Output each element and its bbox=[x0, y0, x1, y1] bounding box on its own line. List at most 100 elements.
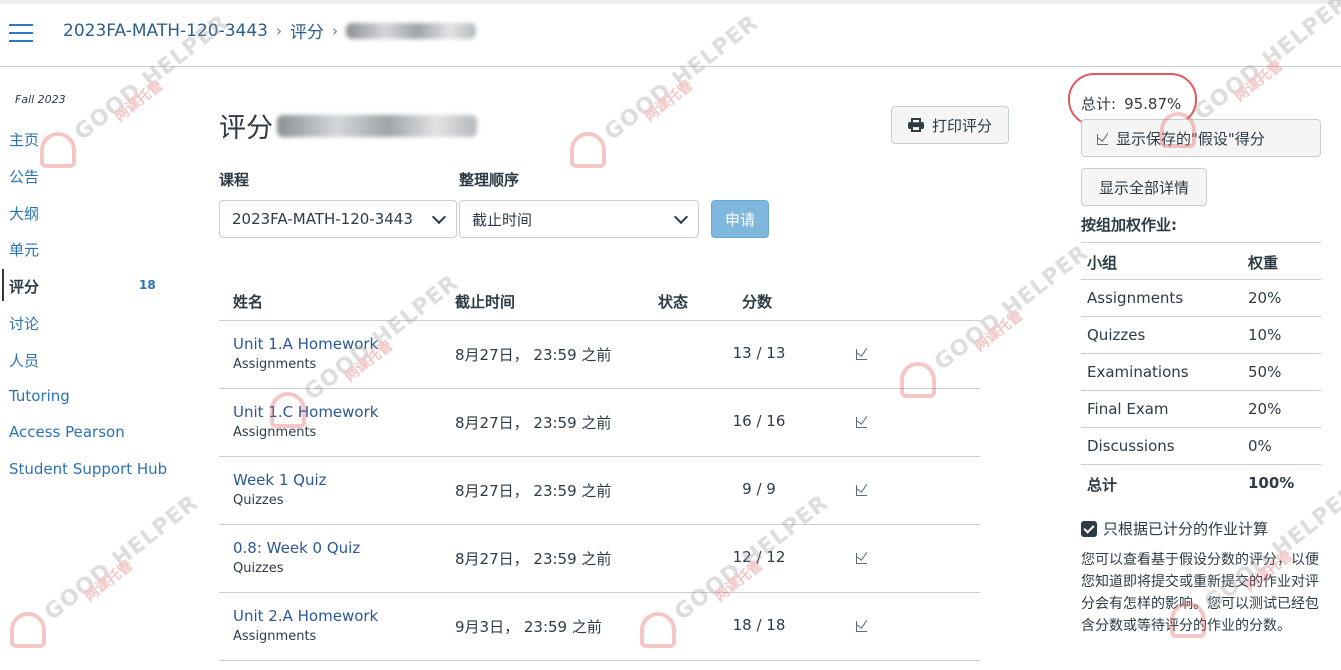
page-title-text: 评分 bbox=[219, 113, 273, 144]
what-if-score-icon[interactable] bbox=[855, 414, 869, 428]
grades-badge: 18 bbox=[139, 278, 156, 292]
show-all-details-button[interactable]: 显示全部详情 bbox=[1081, 168, 1207, 206]
weight-total-label: 总计 bbox=[1087, 476, 1118, 494]
breadcrumb-course[interactable]: 2023FA-MATH-120-3443 bbox=[63, 21, 268, 41]
what-if-score-icon[interactable] bbox=[855, 550, 869, 564]
score: 16 / 16 bbox=[732, 412, 786, 430]
weight-group: Assignments bbox=[1087, 289, 1184, 307]
weight-total-value: 100% bbox=[1248, 474, 1295, 492]
course-select[interactable]: 2023FA-MATH-120-3443 bbox=[219, 200, 457, 238]
weighted-groups-title: 按组加权作业: bbox=[1081, 216, 1177, 234]
weight-group: Discussions bbox=[1087, 437, 1175, 455]
header: 2023FA-MATH-120-3443 › 评分 › bbox=[0, 4, 1341, 67]
print-grades-button[interactable]: 打印评分 bbox=[891, 106, 1009, 144]
blurred-student-name bbox=[346, 22, 476, 39]
weight-group: Final Exam bbox=[1087, 400, 1169, 418]
column-header-status: 状态 bbox=[658, 293, 689, 311]
weights-header-weight: 权重 bbox=[1248, 254, 1279, 272]
assignment-link[interactable]: Unit 2.A Homework bbox=[233, 607, 378, 625]
breadcrumb-separator: › bbox=[276, 21, 282, 40]
what-if-score-icon[interactable] bbox=[855, 346, 869, 360]
apply-button[interactable]: 申请 bbox=[711, 200, 769, 238]
weights-row: Assignments 20% bbox=[1081, 280, 1321, 317]
graded-only-label: 只根据已计分的作业计算 bbox=[1103, 520, 1269, 538]
column-header-score: 分数 bbox=[742, 293, 773, 311]
assignment-link[interactable]: Unit 1.A Homework bbox=[233, 335, 378, 353]
term-label: Fall 2023 bbox=[15, 93, 66, 106]
graded-only-option: 只根据已计分的作业计算 bbox=[1081, 518, 1268, 539]
watermark: GOOD HELPER 网课托管 bbox=[570, 10, 763, 200]
nav-item-people[interactable]: 人员 bbox=[9, 350, 39, 371]
course-select-value: 2023FA-MATH-120-3443 bbox=[232, 210, 413, 228]
weight-value: 20% bbox=[1248, 400, 1282, 418]
nav-item-student-support-hub[interactable]: Student Support Hub bbox=[9, 460, 167, 478]
breadcrumb-grades[interactable]: 评分 bbox=[290, 18, 324, 43]
show-what-if-label: 显示保存的"假设"得分 bbox=[1116, 129, 1265, 148]
weights-row: Quizzes 10% bbox=[1081, 317, 1321, 354]
column-header-name: 姓名 bbox=[233, 293, 264, 311]
assignment-link[interactable]: Unit 1.C Homework bbox=[233, 403, 378, 421]
breadcrumb-separator: › bbox=[332, 21, 338, 40]
graded-only-checkbox[interactable] bbox=[1081, 520, 1097, 537]
nav-item-tutoring[interactable]: Tutoring bbox=[9, 387, 70, 405]
weight-value: 50% bbox=[1248, 363, 1282, 381]
score: 12 / 12 bbox=[732, 548, 786, 566]
assignment-group: Quizzes bbox=[233, 561, 284, 576]
nav-item-home[interactable]: 主页 bbox=[9, 129, 39, 150]
score: 13 / 13 bbox=[732, 344, 786, 362]
show-what-if-scores-button[interactable]: 显示保存的"假设"得分 bbox=[1081, 119, 1321, 157]
sort-select-value: 截止时间 bbox=[472, 210, 533, 229]
chevron-down-icon bbox=[431, 209, 447, 225]
weight-value: 10% bbox=[1248, 326, 1282, 344]
assignment-link[interactable]: Week 1 Quiz bbox=[233, 471, 327, 489]
weight-value: 0% bbox=[1248, 437, 1272, 455]
table-row: 0.8: Week 0 Quiz Quizzes 8月27日， 23:59 之前… bbox=[219, 525, 980, 593]
chevron-down-icon bbox=[673, 209, 689, 225]
table-row: Unit 2.A Homework Assignments 9月3日， 23:5… bbox=[219, 593, 980, 661]
assignment-group: Assignments bbox=[233, 425, 317, 440]
nav-item-modules[interactable]: 单元 bbox=[9, 239, 39, 260]
weights-total-row: 总计 100% bbox=[1081, 465, 1321, 502]
assignment-group: Assignments bbox=[233, 629, 317, 644]
assignment-link[interactable]: 0.8: Week 0 Quiz bbox=[233, 539, 360, 557]
what-if-icon bbox=[1096, 131, 1110, 145]
nav-item-grades[interactable]: 评分 bbox=[9, 276, 39, 297]
due-date: 8月27日， 23:59 之前 bbox=[455, 550, 612, 568]
sort-order-select[interactable]: 截止时间 bbox=[459, 200, 699, 238]
nav-active-indicator bbox=[2, 269, 4, 301]
nav-item-access-pearson[interactable]: Access Pearson bbox=[9, 423, 125, 441]
what-if-hint-text: 您可以查看基于假设分数的评分，以便您知道即将提交或重新提交的作业对评分会有怎样的… bbox=[1081, 552, 1319, 634]
weight-group: Examinations bbox=[1087, 363, 1189, 381]
blurred-student-name bbox=[277, 114, 477, 137]
nav-item-syllabus[interactable]: 大纲 bbox=[9, 203, 39, 224]
table-row: Unit 1.C Homework Assignments 8月27日， 23:… bbox=[219, 389, 980, 457]
assignment-group: Quizzes bbox=[233, 493, 284, 508]
weights-header-row: 小组 权重 bbox=[1081, 243, 1321, 280]
due-date: 8月27日， 23:59 之前 bbox=[455, 482, 612, 500]
page-title: 评分 bbox=[219, 106, 477, 145]
course-navigation: Fall 2023 主页 公告 大纲 单元 评分 18 讨论 人员 Tutori… bbox=[0, 67, 190, 670]
weight-group: Quizzes bbox=[1087, 326, 1146, 344]
due-date: 9月3日， 23:59 之前 bbox=[455, 618, 602, 636]
nav-item-discussions[interactable]: 讨论 bbox=[9, 313, 39, 334]
assignment-group: Assignments bbox=[233, 357, 317, 372]
course-label: 课程 bbox=[219, 171, 250, 189]
weights-header-group: 小组 bbox=[1087, 254, 1118, 272]
hamburger-menu-icon[interactable] bbox=[9, 24, 33, 42]
weights-row: Examinations 50% bbox=[1081, 354, 1321, 391]
what-if-score-icon[interactable] bbox=[855, 618, 869, 632]
due-date: 8月27日， 23:59 之前 bbox=[455, 414, 612, 432]
table-row: Week 1 Quiz Quizzes 8月27日， 23:59 之前 9 / … bbox=[219, 457, 980, 525]
printer-icon bbox=[907, 118, 924, 132]
weights-row: Discussions 0% bbox=[1081, 428, 1321, 465]
what-if-score-icon[interactable] bbox=[855, 482, 869, 496]
nav-item-announcements[interactable]: 公告 bbox=[9, 166, 39, 187]
sort-label: 整理顺序 bbox=[459, 171, 520, 189]
weights-row: Final Exam 20% bbox=[1081, 391, 1321, 428]
print-grades-label: 打印评分 bbox=[931, 116, 992, 135]
weight-value: 20% bbox=[1248, 289, 1282, 307]
table-row: Unit 1.A Homework Assignments 8月27日， 23:… bbox=[219, 321, 980, 389]
score: 9 / 9 bbox=[742, 480, 776, 498]
score: 18 / 18 bbox=[732, 616, 786, 634]
column-header-due: 截止时间 bbox=[455, 293, 516, 311]
